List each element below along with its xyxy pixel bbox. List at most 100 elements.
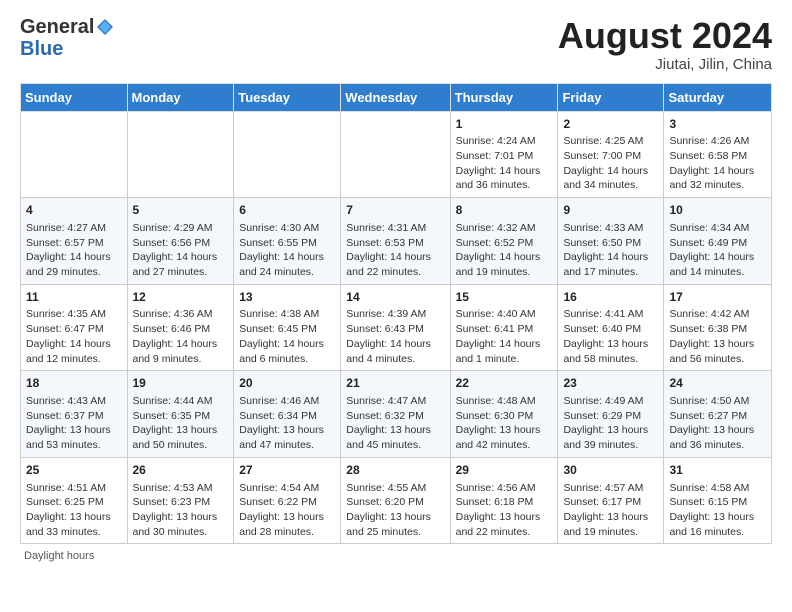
calendar-cell: 14Sunrise: 4:39 AM Sunset: 6:43 PM Dayli… bbox=[341, 284, 450, 371]
calendar-cell: 26 Sunrise: 4:53 AM Sunset: 6:23 PM Dayli… bbox=[127, 457, 234, 544]
calendar-cell: 13Sunrise: 4:38 AM Sunset: 6:45 PM Dayli… bbox=[234, 284, 341, 371]
day-number: 3 bbox=[669, 116, 766, 133]
day-info: Sunrise: 4:54 AM Sunset: 6:22 PM Dayligh… bbox=[239, 481, 335, 540]
day-info: Sunrise: 4:34 AM Sunset: 6:49 PM Dayligh… bbox=[669, 221, 766, 280]
day-number: 27 bbox=[239, 462, 335, 479]
calendar-cell: 8 Sunrise: 4:32 AM Sunset: 6:52 PM Daylig… bbox=[450, 198, 558, 285]
calendar-cell bbox=[127, 111, 234, 198]
day-number: 23 bbox=[563, 375, 658, 392]
day-of-week-header: Monday bbox=[127, 83, 234, 111]
day-info: Sunrise: 4:48 AM Sunset: 6:30 PM Dayligh… bbox=[456, 394, 553, 453]
day-info: Sunrise: 4:57 AM Sunset: 6:17 PM Dayligh… bbox=[563, 481, 658, 540]
day-of-week-header: Wednesday bbox=[341, 83, 450, 111]
day-number: 19 bbox=[133, 375, 229, 392]
day-number: 8 bbox=[456, 202, 553, 219]
day-of-week-header: Friday bbox=[558, 83, 664, 111]
day-info: Sunrise: 4:35 AM Sunset: 6:47 PM Dayligh… bbox=[26, 307, 122, 366]
calendar-cell: 16Sunrise: 4:41 AM Sunset: 6:40 PM Dayli… bbox=[558, 284, 664, 371]
day-number: 12 bbox=[133, 289, 229, 306]
day-number: 13 bbox=[239, 289, 335, 306]
month-year-title: August 2024 bbox=[558, 16, 772, 56]
logo-blue-text: Blue bbox=[20, 38, 114, 60]
calendar-cell bbox=[341, 111, 450, 198]
calendar-week-row: 11Sunrise: 4:35 AM Sunset: 6:47 PM Dayli… bbox=[21, 284, 772, 371]
day-number: 24 bbox=[669, 375, 766, 392]
calendar-cell: 25 Sunrise: 4:51 AM Sunset: 6:25 PM Dayli… bbox=[21, 457, 128, 544]
calendar-cell: 15Sunrise: 4:40 AM Sunset: 6:41 PM Dayli… bbox=[450, 284, 558, 371]
calendar-table: SundayMondayTuesdayWednesdayThursdayFrid… bbox=[20, 83, 772, 545]
day-info: Sunrise: 4:43 AM Sunset: 6:37 PM Dayligh… bbox=[26, 394, 122, 453]
day-info: Sunrise: 4:29 AM Sunset: 6:56 PM Dayligh… bbox=[133, 221, 229, 280]
day-number: 16 bbox=[563, 289, 658, 306]
header: General Blue August 2024 Jiutai, Jilin, … bbox=[20, 16, 772, 73]
day-info: Sunrise: 4:25 AM Sunset: 7:00 PM Dayligh… bbox=[563, 134, 658, 193]
calendar-cell: 22 Sunrise: 4:48 AM Sunset: 6:30 PM Dayli… bbox=[450, 371, 558, 458]
day-info: Sunrise: 4:32 AM Sunset: 6:52 PM Dayligh… bbox=[456, 221, 553, 280]
day-of-week-header: Sunday bbox=[21, 83, 128, 111]
calendar-week-row: 4Sunrise: 4:27 AM Sunset: 6:57 PM Daylig… bbox=[21, 198, 772, 285]
day-info: Sunrise: 4:55 AM Sunset: 6:20 PM Dayligh… bbox=[346, 481, 444, 540]
calendar-cell: 4Sunrise: 4:27 AM Sunset: 6:57 PM Daylig… bbox=[21, 198, 128, 285]
calendar-cell: 27 Sunrise: 4:54 AM Sunset: 6:22 PM Dayli… bbox=[234, 457, 341, 544]
calendar-cell: 3Sunrise: 4:26 AM Sunset: 6:58 PM Daylig… bbox=[664, 111, 772, 198]
calendar-cell bbox=[234, 111, 341, 198]
day-number: 10 bbox=[669, 202, 766, 219]
calendar-cell: 7Sunrise: 4:31 AM Sunset: 6:53 PM Daylig… bbox=[341, 198, 450, 285]
day-number: 7 bbox=[346, 202, 444, 219]
day-info: Sunrise: 4:41 AM Sunset: 6:40 PM Dayligh… bbox=[563, 307, 658, 366]
day-number: 21 bbox=[346, 375, 444, 392]
day-info: Sunrise: 4:56 AM Sunset: 6:18 PM Dayligh… bbox=[456, 481, 553, 540]
day-info: Sunrise: 4:53 AM Sunset: 6:23 PM Dayligh… bbox=[133, 481, 229, 540]
day-number: 4 bbox=[26, 202, 122, 219]
calendar-cell: 18Sunrise: 4:43 AM Sunset: 6:37 PM Dayli… bbox=[21, 371, 128, 458]
day-info: Sunrise: 4:44 AM Sunset: 6:35 PM Dayligh… bbox=[133, 394, 229, 453]
location-subtitle: Jiutai, Jilin, China bbox=[558, 56, 772, 73]
day-number: 15 bbox=[456, 289, 553, 306]
calendar-cell: 20 Sunrise: 4:46 AM Sunset: 6:34 PM Dayli… bbox=[234, 371, 341, 458]
day-number: 26 bbox=[133, 462, 229, 479]
day-info: Sunrise: 4:58 AM Sunset: 6:15 PM Dayligh… bbox=[669, 481, 766, 540]
day-number: 28 bbox=[346, 462, 444, 479]
day-of-week-header: Tuesday bbox=[234, 83, 341, 111]
day-info: Sunrise: 4:36 AM Sunset: 6:46 PM Dayligh… bbox=[133, 307, 229, 366]
calendar-cell: 28 Sunrise: 4:55 AM Sunset: 6:20 PM Dayli… bbox=[341, 457, 450, 544]
day-number: 2 bbox=[563, 116, 658, 133]
day-number: 25 bbox=[26, 462, 122, 479]
day-info: Sunrise: 4:51 AM Sunset: 6:25 PM Dayligh… bbox=[26, 481, 122, 540]
day-info: Sunrise: 4:40 AM Sunset: 6:41 PM Dayligh… bbox=[456, 307, 553, 366]
day-info: Sunrise: 4:33 AM Sunset: 6:50 PM Dayligh… bbox=[563, 221, 658, 280]
calendar-week-row: 18Sunrise: 4:43 AM Sunset: 6:37 PM Dayli… bbox=[21, 371, 772, 458]
calendar-cell: 6Sunrise: 4:30 AM Sunset: 6:55 PM Daylig… bbox=[234, 198, 341, 285]
day-number: 9 bbox=[563, 202, 658, 219]
calendar-cell: 1Sunrise: 4:24 AM Sunset: 7:01 PM Daylig… bbox=[450, 111, 558, 198]
day-number: 31 bbox=[669, 462, 766, 479]
day-number: 30 bbox=[563, 462, 658, 479]
footer: Daylight hours bbox=[20, 550, 772, 562]
day-of-week-header: Thursday bbox=[450, 83, 558, 111]
day-info: Sunrise: 4:38 AM Sunset: 6:45 PM Dayligh… bbox=[239, 307, 335, 366]
page: General Blue August 2024 Jiutai, Jilin, … bbox=[0, 0, 792, 612]
day-info: Sunrise: 4:26 AM Sunset: 6:58 PM Dayligh… bbox=[669, 134, 766, 193]
calendar-cell: 19 Sunrise: 4:44 AM Sunset: 6:35 PM Dayli… bbox=[127, 371, 234, 458]
day-number: 22 bbox=[456, 375, 553, 392]
day-info: Sunrise: 4:49 AM Sunset: 6:29 PM Dayligh… bbox=[563, 394, 658, 453]
day-of-week-header: Saturday bbox=[664, 83, 772, 111]
calendar-week-row: 25 Sunrise: 4:51 AM Sunset: 6:25 PM Dayli… bbox=[21, 457, 772, 544]
day-number: 29 bbox=[456, 462, 553, 479]
logo-general-text: General bbox=[20, 16, 94, 38]
day-number: 11 bbox=[26, 289, 122, 306]
day-info: Sunrise: 4:24 AM Sunset: 7:01 PM Dayligh… bbox=[456, 134, 553, 193]
day-number: 1 bbox=[456, 116, 553, 133]
calendar-cell: 31 Sunrise: 4:58 AM Sunset: 6:15 PM Dayli… bbox=[664, 457, 772, 544]
day-info: Sunrise: 4:50 AM Sunset: 6:27 PM Dayligh… bbox=[669, 394, 766, 453]
calendar-cell: 12Sunrise: 4:36 AM Sunset: 6:46 PM Dayli… bbox=[127, 284, 234, 371]
calendar-cell: 21Sunrise: 4:47 AM Sunset: 6:32 PM Dayli… bbox=[341, 371, 450, 458]
day-info: Sunrise: 4:46 AM Sunset: 6:34 PM Dayligh… bbox=[239, 394, 335, 453]
footer-label: Daylight hours bbox=[24, 550, 94, 562]
day-info: Sunrise: 4:30 AM Sunset: 6:55 PM Dayligh… bbox=[239, 221, 335, 280]
calendar-header-row: SundayMondayTuesdayWednesdayThursdayFrid… bbox=[21, 83, 772, 111]
day-number: 20 bbox=[239, 375, 335, 392]
calendar-cell: 29 Sunrise: 4:56 AM Sunset: 6:18 PM Dayli… bbox=[450, 457, 558, 544]
calendar-cell: 10 Sunrise: 4:34 AM Sunset: 6:49 PM Dayli… bbox=[664, 198, 772, 285]
calendar-cell: 17Sunrise: 4:42 AM Sunset: 6:38 PM Dayli… bbox=[664, 284, 772, 371]
